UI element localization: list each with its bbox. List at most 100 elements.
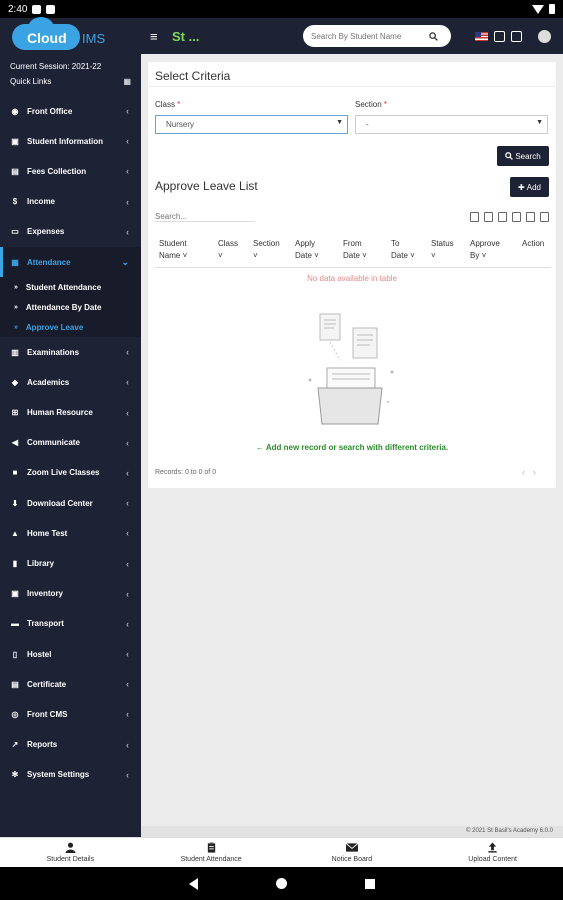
book-icon: ▮	[12, 559, 18, 569]
envelope-icon	[345, 843, 359, 852]
sidebar-item-front-cms[interactable]: ◎ Front CMS ‹	[0, 699, 141, 729]
columns-icon[interactable]	[540, 212, 549, 222]
column-from-date[interactable]: From Date ˅	[343, 238, 367, 262]
sim-notification-icon	[46, 4, 56, 14]
flask-icon: ▲	[11, 528, 19, 538]
csv-icon[interactable]	[498, 212, 507, 222]
user-avatar-icon[interactable]	[538, 29, 551, 43]
sidebar-item-zoom-live-classes[interactable]: ■ Zoom Live Classes ‹	[0, 458, 141, 488]
search-icon[interactable]	[429, 31, 438, 41]
class-select[interactable]: Nursery ▼	[155, 115, 348, 134]
column-class[interactable]: Class ˅	[218, 238, 238, 262]
column-student-name[interactable]: Student Name ˅	[159, 238, 187, 262]
chevron-left-icon: ‹	[126, 377, 129, 388]
graduation-cap-icon: ◆	[11, 377, 19, 387]
pdf-icon[interactable]	[512, 212, 521, 222]
sidebar-item-reports[interactable]: ↗ Reports ‹	[0, 730, 141, 760]
chevron-left-icon: ‹	[126, 588, 129, 599]
chevron-left-icon: ‹	[126, 498, 129, 509]
caret-down-icon: ▼	[336, 119, 343, 126]
nav-upload-content[interactable]: Upload Content	[422, 838, 563, 867]
section-select[interactable]: - ▼	[355, 115, 548, 134]
download-icon: ⬇	[11, 498, 19, 508]
prev-page-icon[interactable]: ‹	[522, 467, 533, 477]
chevron-left-icon: ‹	[126, 226, 129, 237]
chevron-left-icon: ‹	[126, 679, 129, 690]
back-icon[interactable]	[188, 877, 198, 890]
column-action: Action	[522, 239, 545, 248]
sidebar-item-inventory[interactable]: ▣ Inventory ‹	[0, 579, 141, 609]
flag-icon[interactable]	[475, 31, 488, 41]
calendar-icon[interactable]	[494, 30, 505, 42]
sidebar-item-home-test[interactable]: ▲ Home Test ‹	[0, 518, 141, 548]
sidebar-item-download-center[interactable]: ⬇ Download Center ‹	[0, 488, 141, 518]
user-icon	[65, 842, 76, 853]
sidebar-item-academics[interactable]: ◆ Academics ‹	[0, 367, 141, 397]
sidebar-item-library[interactable]: ▮ Library ‹	[0, 548, 141, 578]
column-approve-by[interactable]: Approve By ˅	[470, 238, 500, 262]
sidebar-item-human-resource[interactable]: ⊞ Human Resource ‹	[0, 398, 141, 428]
quick-links-label[interactable]: Quick Links	[10, 74, 51, 89]
student-search-input[interactable]	[311, 31, 429, 41]
sidebar: Current Session: 2021-22 Quick Links ▦ ◉…	[0, 54, 141, 837]
battery-icon	[549, 4, 555, 14]
caret-down-icon: ▼	[536, 119, 543, 126]
table-header: Student Name ˅ Class ˅ Section ˅ Apply Date …	[155, 238, 551, 268]
sidebar-item-fees-collection[interactable]: ▤ Fees Collection ‹	[0, 156, 141, 186]
submenu-item-student-attendance[interactable]: » Student Attendance	[0, 277, 141, 297]
sidebar-item-front-office[interactable]: ◉ Front Office ‹	[0, 96, 141, 126]
clipboard-icon	[207, 842, 215, 853]
column-to-date[interactable]: To Date ˅	[391, 238, 415, 262]
sidebar-item-certificate[interactable]: ▤ Certificate ‹	[0, 669, 141, 699]
grid-icon[interactable]: ▦	[123, 74, 131, 89]
copy-icon[interactable]	[470, 212, 479, 222]
logo-suffix: IMS	[82, 31, 106, 46]
certificate-icon: ▤	[11, 679, 19, 689]
next-page-icon[interactable]: ›	[533, 467, 544, 477]
hamburger-icon[interactable]: ≡	[150, 29, 164, 44]
sidebar-item-system-settings[interactable]: ✻ System Settings ‹	[0, 760, 141, 790]
no-data-message: No data available in table	[307, 274, 397, 283]
excel-icon[interactable]	[484, 212, 493, 222]
add-button[interactable]: ✚ Add	[510, 177, 549, 197]
nav-notice-board[interactable]: Notice Board	[282, 838, 423, 867]
required-mark: *	[177, 100, 181, 109]
school-name[interactable]: St ...	[172, 29, 199, 44]
submenu-item-approve-leave[interactable]: » Approve Leave	[0, 317, 141, 337]
column-apply-date[interactable]: Apply Date ˅	[295, 238, 319, 262]
sidebar-item-attendance[interactable]: ▦ Attendance ⌄	[0, 246, 141, 278]
recent-apps-icon[interactable]	[364, 878, 375, 889]
submenu-item-attendance-by-date[interactable]: » Attendance By Date	[0, 297, 141, 317]
search-button[interactable]: Search	[497, 146, 549, 166]
sitemap-icon: ⊞	[11, 408, 19, 418]
dollar-icon: $	[12, 197, 18, 207]
building-icon: ◉	[11, 106, 19, 116]
checklist-icon[interactable]	[511, 30, 522, 42]
sidebar-item-hostel[interactable]: ▯ Hostel ‹	[0, 639, 141, 669]
table-search-input[interactable]	[155, 212, 255, 222]
nav-student-attendance[interactable]: Student Attendance	[141, 838, 282, 867]
sidebar-item-student-information[interactable]: ▣ Student Information ‹	[0, 126, 141, 156]
sidebar-item-expenses[interactable]: ▭ Expenses ‹	[0, 217, 141, 247]
student-search-box[interactable]	[303, 25, 451, 47]
required-mark: *	[383, 100, 388, 109]
select-criteria-title: Select Criteria	[148, 62, 556, 87]
approve-leave-panel: Select Criteria Class * Nursery ▼ Sectio…	[148, 62, 556, 488]
print-icon[interactable]	[526, 212, 535, 222]
arrow-left-icon: ←	[255, 443, 264, 452]
app-logo[interactable]: Cloud IMS	[0, 17, 140, 54]
system-navigation-bar	[0, 867, 563, 900]
empty-state-message: ← Add new record or search with differen…	[255, 443, 449, 452]
sidebar-item-income[interactable]: $ Income ‹	[0, 187, 141, 217]
column-status[interactable]: Status ˅	[431, 238, 454, 262]
sidebar-item-examinations[interactable]: ▥ Examinations ‹	[0, 337, 141, 367]
home-icon[interactable]	[275, 878, 287, 889]
sidebar-item-transport[interactable]: ▬ Transport ‹	[0, 609, 141, 639]
sidebar-item-communicate[interactable]: ◀ Communicate ‹	[0, 428, 141, 458]
chevron-left-icon: ‹	[126, 467, 129, 478]
chevron-left-icon: ‹	[126, 739, 129, 750]
column-section[interactable]: Section ˅	[253, 238, 280, 262]
chevron-left-icon: ‹	[126, 528, 129, 539]
chevron-down-icon: ⌄	[121, 256, 129, 267]
nav-student-details[interactable]: Student Details	[0, 838, 141, 867]
